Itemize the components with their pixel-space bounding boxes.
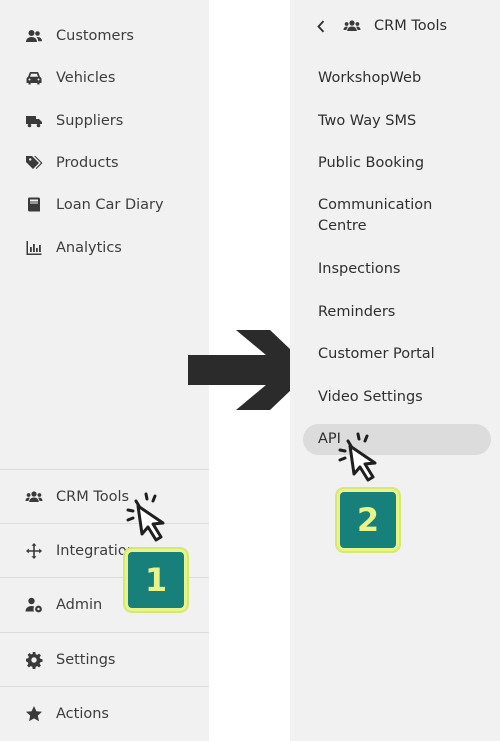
sidebar-item-admin[interactable]: Admin <box>25 594 102 616</box>
divider <box>0 686 209 687</box>
sidebar-item-label: Analytics <box>56 240 122 256</box>
back-chevron-icon[interactable] <box>316 19 326 34</box>
arrows-icon <box>25 542 43 560</box>
sidebar-item-loan-car-diary[interactable]: Loan Car Diary <box>25 194 164 216</box>
sidebar-item-analytics[interactable]: Analytics <box>25 237 122 259</box>
sidebar-item-settings[interactable]: Settings <box>25 649 115 671</box>
divider <box>0 632 209 633</box>
sidebar-item-suppliers[interactable]: Suppliers <box>25 110 123 132</box>
car-icon <box>25 69 43 87</box>
submenu-item-workshopweb[interactable]: WorkshopWeb <box>318 68 478 89</box>
sidebar-item-label: CRM Tools <box>56 489 130 505</box>
sidebar-item-customers[interactable]: Customers <box>25 25 134 47</box>
cursor-click-icon <box>338 432 377 482</box>
submenu-item-video-settings[interactable]: Video Settings <box>318 387 478 408</box>
sidebar-item-label: Suppliers <box>56 113 124 129</box>
cursor-click-icon <box>126 492 165 542</box>
sidebar-item-label: Loan Car Diary <box>56 197 164 213</box>
sidebar-item-products[interactable]: Products <box>25 152 119 174</box>
sidebar-item-vehicles[interactable]: Vehicles <box>25 67 115 89</box>
tags-icon <box>25 154 43 172</box>
sidebar-item-label: Admin <box>56 597 103 613</box>
sidebar-item-actions[interactable]: Actions <box>25 703 109 725</box>
submenu-item-communication-centre[interactable]: Communication Centre <box>318 195 448 237</box>
submenu-title: CRM Tools <box>374 18 448 34</box>
step-badge-1: 1 <box>125 549 187 611</box>
submenu-header[interactable]: CRM Tools <box>316 17 447 35</box>
user-gear-icon <box>25 596 43 614</box>
star-icon <box>25 705 43 723</box>
sidebar-item-label: Actions <box>56 706 109 722</box>
divider <box>0 469 209 470</box>
sidebar-item-label: Vehicles <box>56 70 116 86</box>
sidebar-item-label: Customers <box>56 28 134 44</box>
book-icon <box>25 196 43 214</box>
crm-users-icon <box>342 17 362 35</box>
gear-icon <box>25 651 43 669</box>
sidebar-item-crm-tools[interactable]: CRM Tools <box>25 486 129 508</box>
submenu-item-two-way-sms[interactable]: Two Way SMS <box>318 111 478 132</box>
users-icon <box>25 27 43 45</box>
submenu-item-inspections[interactable]: Inspections <box>318 259 478 280</box>
chart-icon <box>25 239 43 257</box>
sidebar-item-label: Settings <box>56 652 116 668</box>
crm-users-icon <box>25 488 43 506</box>
truck-icon <box>25 112 43 130</box>
submenu-item-reminders[interactable]: Reminders <box>318 302 478 323</box>
main-sidebar: Customers Vehicles Suppliers Products Lo… <box>0 0 209 741</box>
sidebar-item-label: Products <box>56 155 119 171</box>
step-badge-2: 2 <box>337 489 399 551</box>
submenu-item-public-booking[interactable]: Public Booking <box>318 153 478 174</box>
submenu-item-customer-portal[interactable]: Customer Portal <box>318 344 478 365</box>
